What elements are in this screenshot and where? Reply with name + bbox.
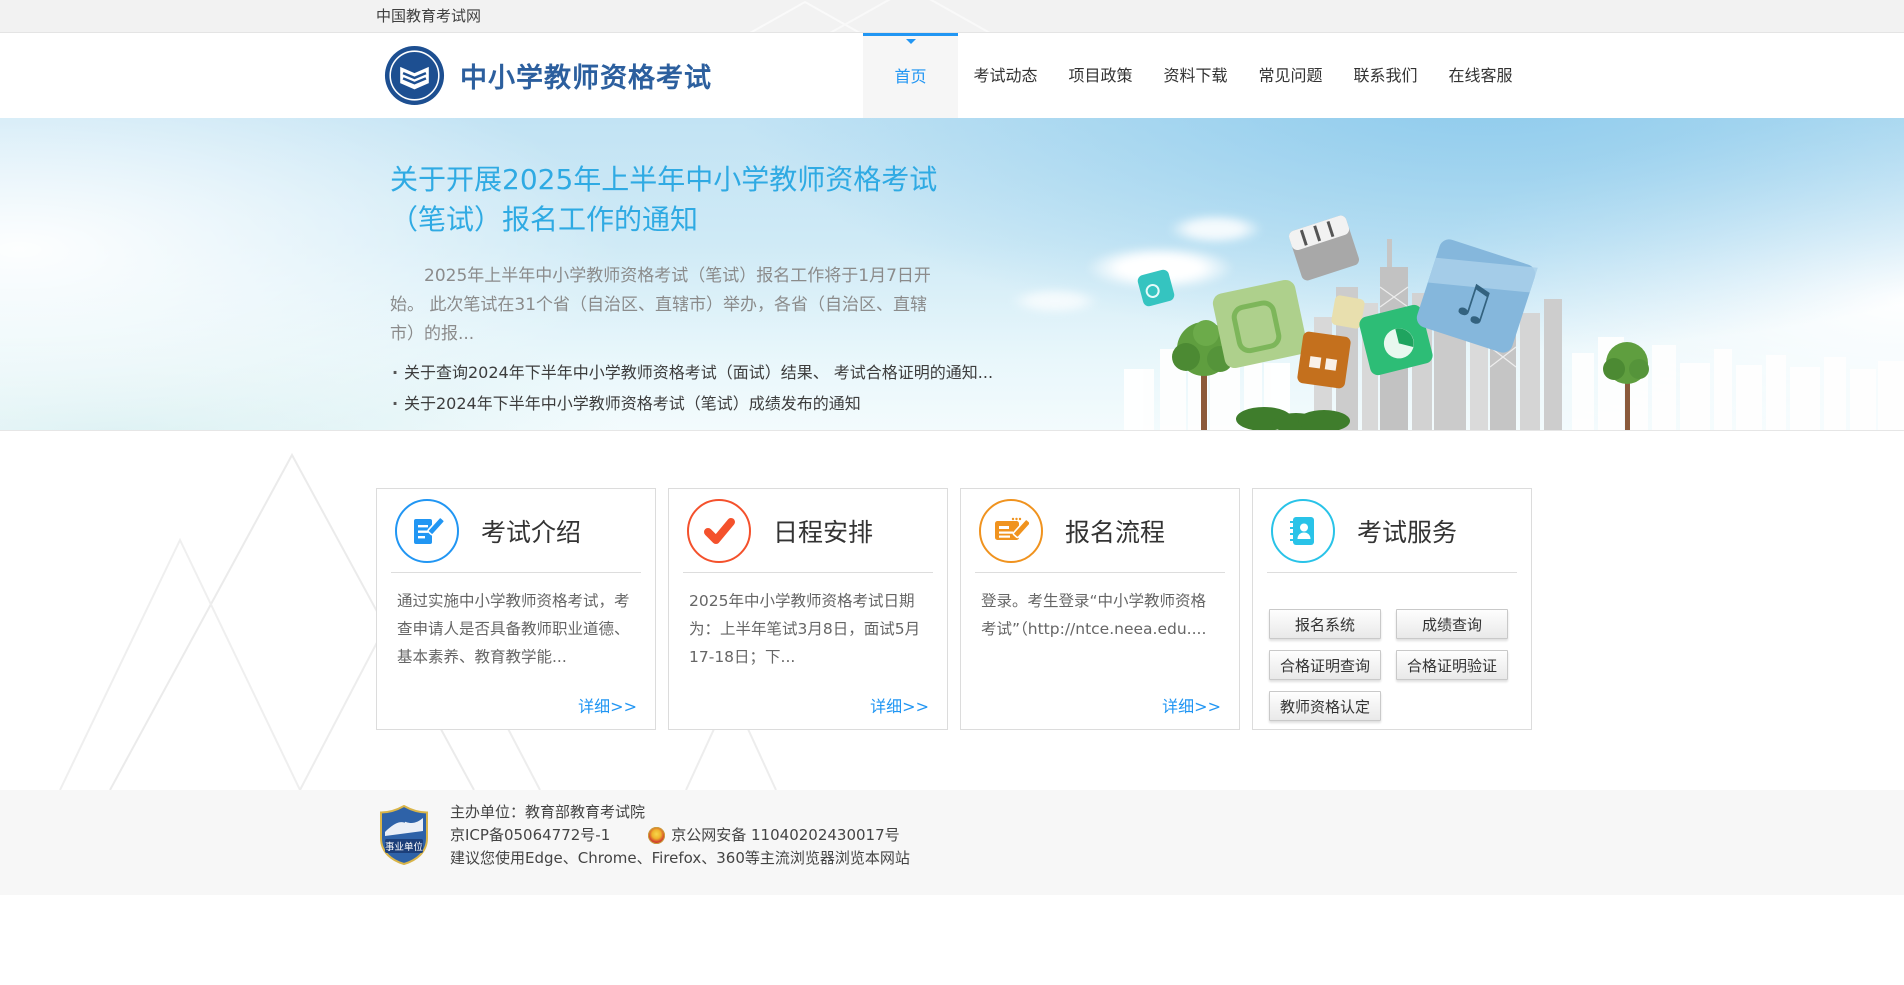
document-pencil-icon: [395, 499, 459, 563]
card-exam-services: 考试服务 报名系统 成绩查询 合格证明查询 合格证明验证 教师资格认定: [1252, 488, 1532, 730]
card-body: 登录。考生登录“中小学教师资格考试”（http://ntce.neea.edu.…: [981, 587, 1219, 643]
card-schedule: 日程安排 2025年中小学教师资格考试日期为：上半年笔试3月8日，面试5月17-…: [668, 488, 948, 730]
nav-item-faq[interactable]: 常见问题: [1243, 33, 1338, 118]
banner-city-illustration: ♫: [924, 118, 1904, 430]
nav-item-policies[interactable]: 项目政策: [1053, 33, 1148, 118]
score-inquiry-button[interactable]: 成绩查询: [1396, 609, 1508, 639]
parent-site-name: 中国教育考试网: [376, 0, 481, 32]
organizer-line: 主办单位：教育部教育考试院: [450, 801, 910, 824]
logo-seal-icon: [384, 45, 445, 106]
card-body: 2025年中小学教师资格考试日期为：上半年笔试3月8日，面试5月17-18日；下…: [689, 587, 927, 671]
logo-link[interactable]: 中小学教师资格考试: [376, 45, 712, 106]
institution-badge-icon: 事业单位: [380, 805, 428, 865]
footer: 事业单位 主办单位：教育部教育考试院 京ICP备05064772号-1 京公网安…: [0, 790, 1904, 895]
cards-section: 考试介绍 通过实施中小学教师资格考试，考查申请人是否具备教师职业道德、基本素养、…: [0, 431, 1904, 790]
police-badge-icon: [648, 827, 665, 844]
checkmark-icon: [687, 499, 751, 563]
svg-text:事业单位: 事业单位: [385, 841, 424, 853]
main-nav: 首页 考试动态 项目政策 资料下载 常见问题 联系我们 在线客服: [863, 33, 1528, 118]
police-record-link[interactable]: 京公网安备 11040202430017号: [671, 824, 899, 847]
detail-link[interactable]: 详细>>: [1162, 693, 1221, 717]
teacher-accreditation-button[interactable]: 教师资格认定: [1269, 691, 1381, 721]
notice-title-link[interactable]: 关于开展2025年上半年中小学教师资格考试（笔试）报名工作的通知: [390, 160, 942, 240]
card-exam-intro: 考试介绍 通过实施中小学教师资格考试，考查申请人是否具备教师职业道德、基本素养、…: [376, 488, 656, 730]
news-list: 关于查询2024年下半年中小学教师资格考试（面试）结果、 考试合格证明的通知..…: [390, 357, 942, 419]
news-item[interactable]: 关于查询2024年下半年中小学教师资格考试（面试）结果、 考试合格证明的通知..…: [390, 357, 942, 388]
hero-content: 关于开展2025年上半年中小学教师资格考试（笔试）报名工作的通知 2025年上半…: [390, 118, 942, 431]
certificate-inquiry-button[interactable]: 合格证明查询: [1269, 650, 1381, 680]
service-buttons: 报名系统 成绩查询 合格证明查询 合格证明验证 教师资格认定: [1269, 609, 1515, 721]
card-registration-process: 报名流程 登录。考生登录“中小学教师资格考试”（http://ntce.neea…: [960, 488, 1240, 730]
notice-summary: 2025年上半年中小学教师资格考试（笔试）报名工作将于1月7日开始。 此次笔试在…: [390, 262, 942, 349]
card-body: 通过实施中小学教师资格考试，考查申请人是否具备教师职业道德、基本素养、教育教学能…: [397, 587, 635, 671]
nav-item-online-service[interactable]: 在线客服: [1433, 33, 1528, 118]
nav-item-exam-news[interactable]: 考试动态: [958, 33, 1053, 118]
nav-item-downloads[interactable]: 资料下载: [1148, 33, 1243, 118]
card-title: 报名流程: [1065, 513, 1165, 549]
topbar: 中国教育考试网: [0, 0, 1904, 33]
contact-book-icon: [1271, 499, 1335, 563]
detail-link[interactable]: 详细>>: [870, 693, 929, 717]
news-item[interactable]: 关于2024年下半年中小学教师资格考试（笔试）成绩发布的通知: [390, 388, 942, 419]
form-pencil-icon: [979, 499, 1043, 563]
site-title: 中小学教师资格考试: [460, 56, 712, 95]
card-title: 考试介绍: [481, 513, 581, 549]
detail-link[interactable]: 详细>>: [578, 693, 637, 717]
nav-item-home[interactable]: 首页: [863, 33, 958, 118]
card-title: 考试服务: [1357, 513, 1457, 549]
hero-banner: ♫ 关于开展2025年上半年中小学教师资格考试（笔试）报名工作的通知 2025年…: [0, 118, 1904, 431]
nav-item-contact[interactable]: 联系我们: [1338, 33, 1433, 118]
registration-system-button[interactable]: 报名系统: [1269, 609, 1381, 639]
icp-record: 京ICP备05064772号-1: [450, 824, 610, 847]
browser-tip: 建议您使用Edge、Chrome、Firefox、360等主流浏览器浏览本网站: [450, 847, 910, 870]
header: 中小学教师资格考试 首页 考试动态 项目政策 资料下载 常见问题 联系我们 在线…: [0, 33, 1904, 118]
card-title: 日程安排: [773, 513, 873, 549]
certificate-verify-button[interactable]: 合格证明验证: [1396, 650, 1508, 680]
